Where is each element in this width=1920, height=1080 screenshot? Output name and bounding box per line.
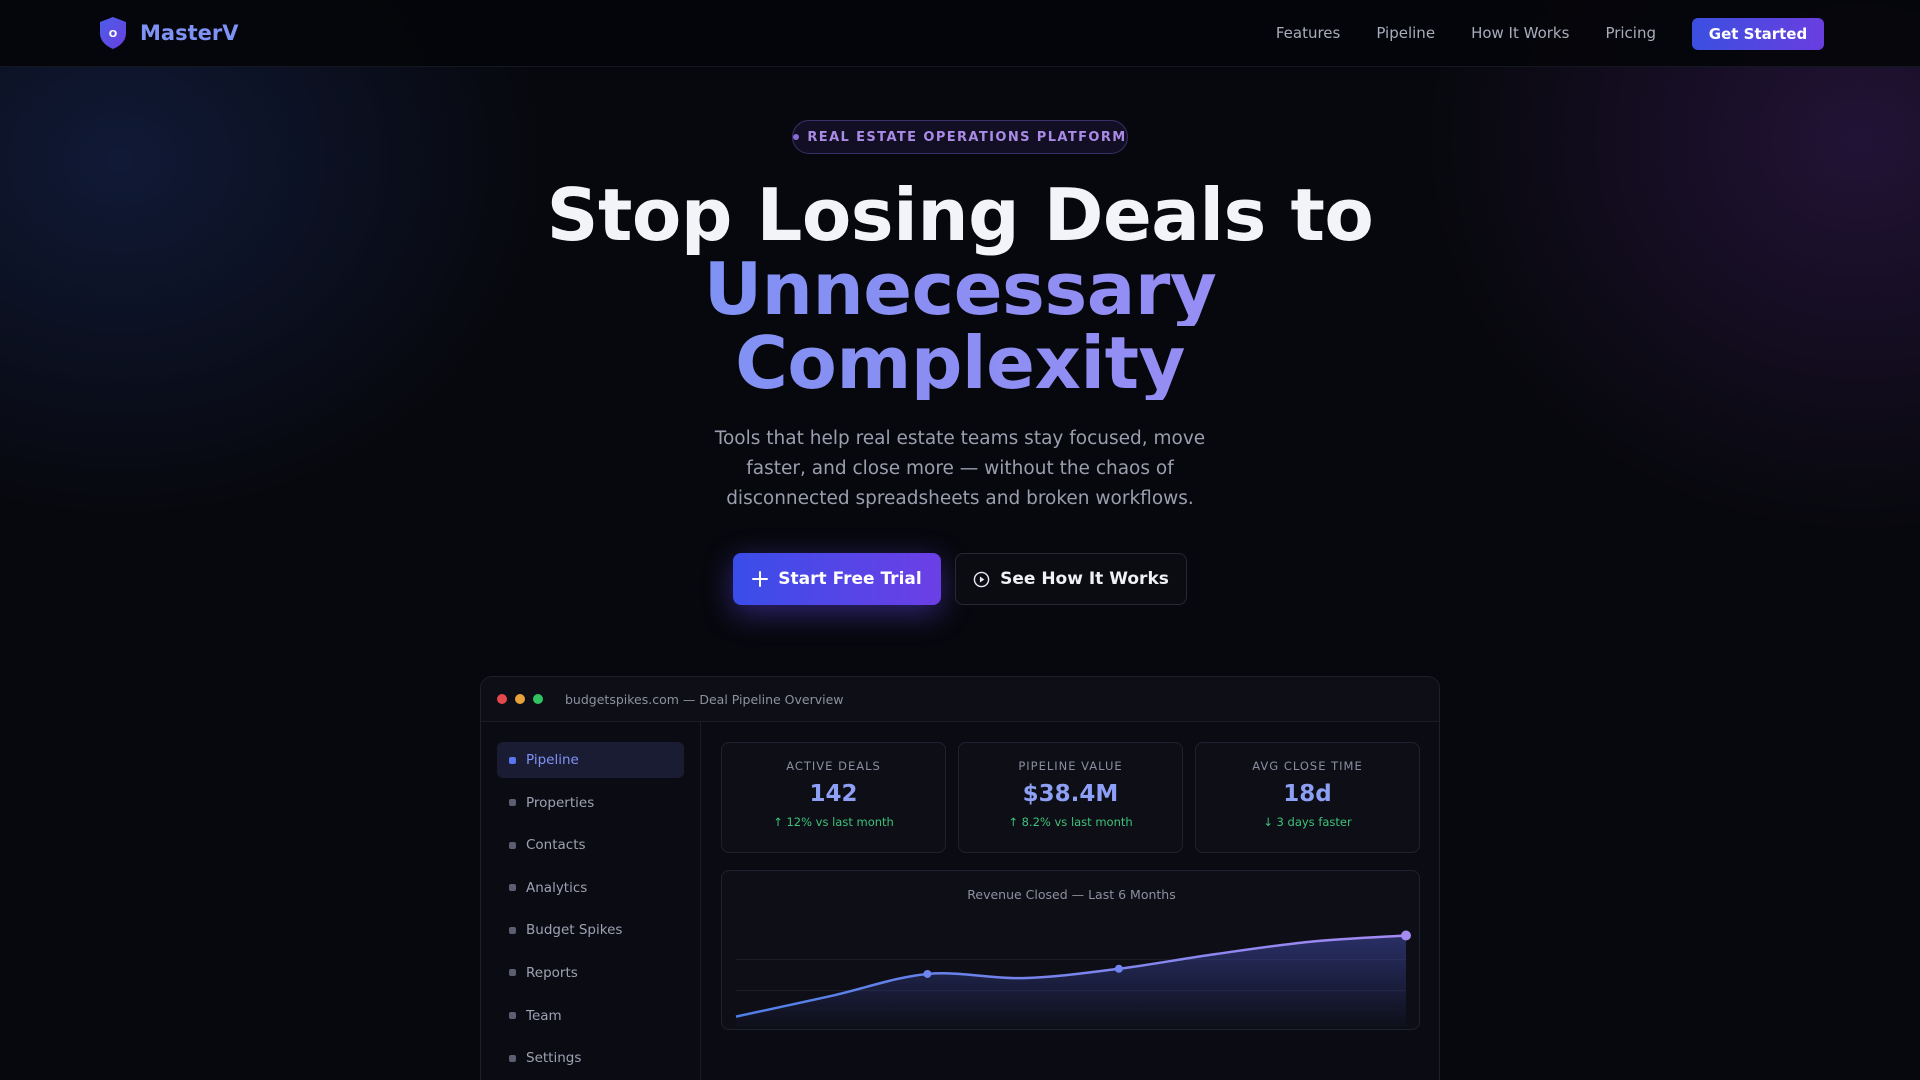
window-title-bar: budgetspikes.com — Deal Pipeline Overvie… <box>481 677 1439 722</box>
sidebar-item-label: Properties <box>526 794 595 811</box>
sidebar-item-pipeline[interactable]: Pipeline <box>497 742 684 778</box>
get-started-button[interactable]: Get Started <box>1692 18 1824 50</box>
square-bullet-icon <box>509 926 516 934</box>
stat-value: $38.4M <box>1022 781 1119 807</box>
close-dot-icon <box>497 694 507 704</box>
minimize-dot-icon <box>515 694 525 704</box>
stat-card-avg-close-time: AVG CLOSE TIME 18d ↓ 3 days faster <box>1195 742 1420 853</box>
stat-label: ACTIVE DEALS <box>786 759 881 773</box>
see-how-it-works-label: See How It Works <box>1000 569 1169 589</box>
stat-value: 142 <box>809 781 858 807</box>
maximize-dot-icon <box>533 694 543 704</box>
stat-card-active-deals: ACTIVE DEALS 142 ↑ 12% vs last month <box>721 742 946 853</box>
hero-title-line1: Stop Losing Deals to <box>546 173 1374 257</box>
window-title: budgetspikes.com — Deal Pipeline Overvie… <box>565 691 844 707</box>
nav-link-how-it-works[interactable]: How It Works <box>1471 24 1569 42</box>
sidebar-item-label: Reports <box>526 964 578 981</box>
hero-title-line3: Complexity <box>0 326 1920 400</box>
hero-subtitle: Tools that help real estate teams stay f… <box>714 428 1206 509</box>
sidebar-item-settings[interactable]: Settings <box>497 1040 684 1076</box>
sidebar-item-budget-spikes[interactable]: Budget Spikes <box>497 912 684 948</box>
brand[interactable]: O MasterV <box>98 16 238 50</box>
revenue-area <box>736 935 1406 1027</box>
square-bullet-icon <box>509 799 516 807</box>
dashboard-window: budgetspikes.com — Deal Pipeline Overvie… <box>480 676 1440 1080</box>
square-bullet-icon <box>509 1054 516 1062</box>
stat-value: 18d <box>1283 781 1332 807</box>
square-bullet-icon <box>509 1012 516 1020</box>
dashboard-sidebar: Pipeline Properties Contacts Analytics B… <box>481 722 701 1080</box>
start-free-trial-label: Start Free Trial <box>778 569 922 589</box>
stat-delta: ↓ 3 days faster <box>1263 815 1352 829</box>
revenue-point[interactable] <box>923 969 932 978</box>
stat-label: PIPELINE VALUE <box>1018 759 1123 773</box>
badge-dot-icon <box>793 134 800 140</box>
square-bullet-icon <box>509 884 516 892</box>
nav-link-pricing[interactable]: Pricing <box>1605 24 1656 42</box>
sidebar-item-label: Analytics <box>526 879 588 896</box>
sidebar-item-analytics[interactable]: Analytics <box>497 870 684 906</box>
logo-letter: O <box>109 29 118 40</box>
hero-badge-label: REAL ESTATE OPERATIONS PLATFORM <box>807 129 1127 145</box>
sidebar-item-team[interactable]: Team <box>497 998 684 1034</box>
sidebar-item-label: Budget Spikes <box>526 922 623 939</box>
top-nav: O MasterV Features Pipeline How It Works… <box>0 0 1920 67</box>
nav-link-features[interactable]: Features <box>1276 24 1341 42</box>
square-bullet-icon <box>509 841 516 849</box>
square-bullet-icon <box>509 969 516 977</box>
see-how-it-works-button[interactable]: See How It Works <box>955 553 1187 605</box>
sidebar-item-reports[interactable]: Reports <box>497 955 684 991</box>
hero-title-line2: Unnecessary <box>0 252 1920 326</box>
revenue-chart <box>735 930 1411 1027</box>
sidebar-item-label: Pipeline <box>526 752 579 768</box>
stat-card-pipeline-value: PIPELINE VALUE $38.4M ↑ 8.2% vs last mon… <box>958 742 1183 853</box>
revenue-point[interactable] <box>1401 930 1411 941</box>
nav-links: Features Pipeline How It Works Pricing <box>1276 24 1656 42</box>
stat-delta: ↑ 12% vs last month <box>773 815 894 829</box>
shield-icon: O <box>100 17 126 49</box>
start-free-trial-button[interactable]: Start Free Trial <box>733 553 941 605</box>
sidebar-item-label: Contacts <box>526 837 586 854</box>
revenue-point[interactable] <box>1114 964 1123 973</box>
sidebar-item-label: Settings <box>526 1050 582 1067</box>
hero-title: Stop Losing Deals to Unnecessary Complex… <box>0 178 1920 400</box>
play-circle-icon <box>973 571 990 587</box>
sidebar-item-contacts[interactable]: Contacts <box>497 827 684 863</box>
sidebar-item-label: Team <box>526 1007 562 1024</box>
stat-cards: ACTIVE DEALS 142 ↑ 12% vs last month PIP… <box>721 742 1420 853</box>
nav-link-pipeline[interactable]: Pipeline <box>1376 24 1435 42</box>
plus-icon <box>752 571 769 587</box>
hero-badge: REAL ESTATE OPERATIONS PLATFORM <box>792 120 1128 154</box>
landing-page: O MasterV Features Pipeline How It Works… <box>0 0 1920 1080</box>
revenue-chart-card: Revenue Closed — Last 6 Months <box>721 870 1420 1030</box>
stat-label: AVG CLOSE TIME <box>1252 759 1363 773</box>
square-bullet-icon <box>509 756 516 764</box>
sidebar-item-properties[interactable]: Properties <box>497 785 684 821</box>
stat-delta: ↑ 8.2% vs last month <box>1008 815 1133 829</box>
brand-name: MasterV <box>140 21 239 45</box>
